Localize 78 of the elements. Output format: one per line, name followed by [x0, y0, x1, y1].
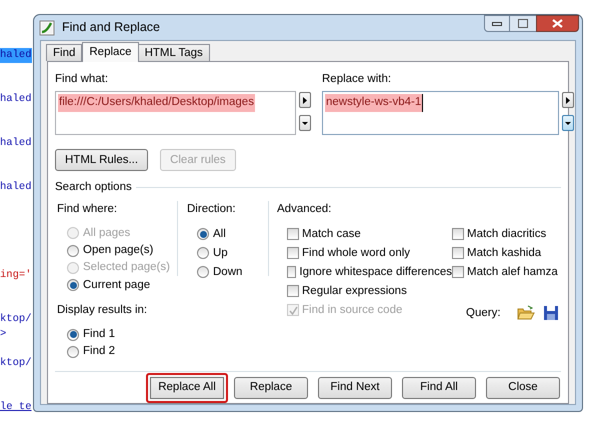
radio-button[interactable] [67, 328, 79, 341]
action-button[interactable]: Replace [234, 376, 308, 398]
app-icon [39, 20, 55, 36]
checkbox-label: Match kashida [467, 246, 542, 261]
radio-button[interactable] [67, 346, 79, 358]
group-label: Display results in: [57, 302, 148, 318]
checkbox-label: Find in source code [302, 302, 402, 318]
window-title: Find and Replace [62, 19, 160, 36]
checkbox[interactable] [287, 228, 299, 240]
insert-button[interactable] [299, 92, 311, 108]
checkbox[interactable] [452, 228, 464, 240]
maximize-icon [518, 19, 528, 28]
checkbox-label: Match case [302, 226, 361, 242]
radio-label: Open page(s) [83, 243, 154, 258]
history-dropdown-button[interactable] [299, 115, 311, 132]
code-text: haled [0, 180, 32, 195]
radio-label: Find 1 [83, 327, 115, 342]
group-label: Direction: [187, 202, 237, 216]
code-text: ing=' [0, 268, 32, 283]
field-label: Find what: [55, 72, 110, 87]
radio-label: Current page [83, 278, 150, 292]
checkbox[interactable] [452, 266, 464, 278]
open-button[interactable] [516, 305, 535, 322]
radio-label: Selected page(s) [83, 260, 170, 276]
tab[interactable]: Replace [82, 42, 139, 62]
action-button[interactable]: Find Next [318, 376, 392, 398]
radio-label: All pages [83, 226, 130, 241]
caret-icon [302, 122, 308, 125]
code-text: ktop/ [0, 312, 32, 327]
radio-button[interactable] [67, 244, 79, 257]
radio-label: Find 2 [83, 344, 115, 360]
rules-button[interactable]: HTML Rules... [55, 149, 148, 172]
checkbox-label: Match diacritics [467, 226, 546, 242]
save-button[interactable] [542, 305, 559, 322]
checkmark-icon [288, 306, 298, 315]
maximize-button[interactable] [510, 15, 536, 32]
play-icon [303, 96, 307, 104]
radio-button[interactable] [197, 266, 209, 278]
checkbox[interactable] [287, 247, 299, 260]
radio-label: Up [213, 246, 228, 261]
text-field[interactable]: file:///C:/Users/khaled/Desktop/images [55, 91, 296, 136]
text-field[interactable]: newstyle-ws-vb4-1 [322, 91, 559, 136]
action-button[interactable]: Find All [402, 376, 476, 398]
close-icon [552, 19, 563, 28]
code-text: ktop/ [0, 356, 32, 371]
code-text: haled [0, 136, 32, 151]
code-text: > [0, 327, 6, 342]
checkbox[interactable] [287, 266, 296, 278]
radio-label: Down [213, 264, 242, 280]
field-label: Replace with: [322, 72, 392, 87]
group-label: Advanced: [277, 202, 332, 216]
radio-button[interactable] [67, 279, 79, 292]
code-text: le te [0, 400, 32, 415]
insert-button[interactable] [562, 92, 574, 108]
action-button[interactable]: Close [486, 376, 560, 398]
close-button[interactable] [536, 15, 579, 32]
checkbox[interactable] [452, 247, 464, 260]
tab[interactable]: Find [46, 44, 82, 61]
checkbox-label: Ignore whitespace differences [299, 264, 452, 280]
minimize-button[interactable] [484, 15, 510, 32]
tab[interactable]: HTML Tags [138, 44, 210, 61]
checkbox-label: Find whole word only [302, 246, 410, 261]
group-label: Search options [55, 180, 132, 196]
code-text: haled [0, 48, 32, 63]
checkbox-label: Regular expressions [302, 284, 407, 299]
code-text: haled [0, 92, 32, 107]
checkbox-label: Match alef hamza [467, 264, 558, 280]
group-label: Find where: [57, 202, 118, 216]
history-dropdown-button[interactable] [562, 115, 574, 132]
radio-button[interactable] [197, 247, 209, 260]
play-icon [566, 96, 570, 104]
radio-label: All [213, 226, 226, 242]
query-label: Query: [466, 306, 501, 321]
action-button[interactable]: Replace All [146, 372, 228, 402]
minimize-icon [492, 22, 502, 26]
radio-button[interactable] [197, 228, 209, 240]
checkbox[interactable] [287, 285, 299, 298]
caret-icon [565, 122, 571, 125]
